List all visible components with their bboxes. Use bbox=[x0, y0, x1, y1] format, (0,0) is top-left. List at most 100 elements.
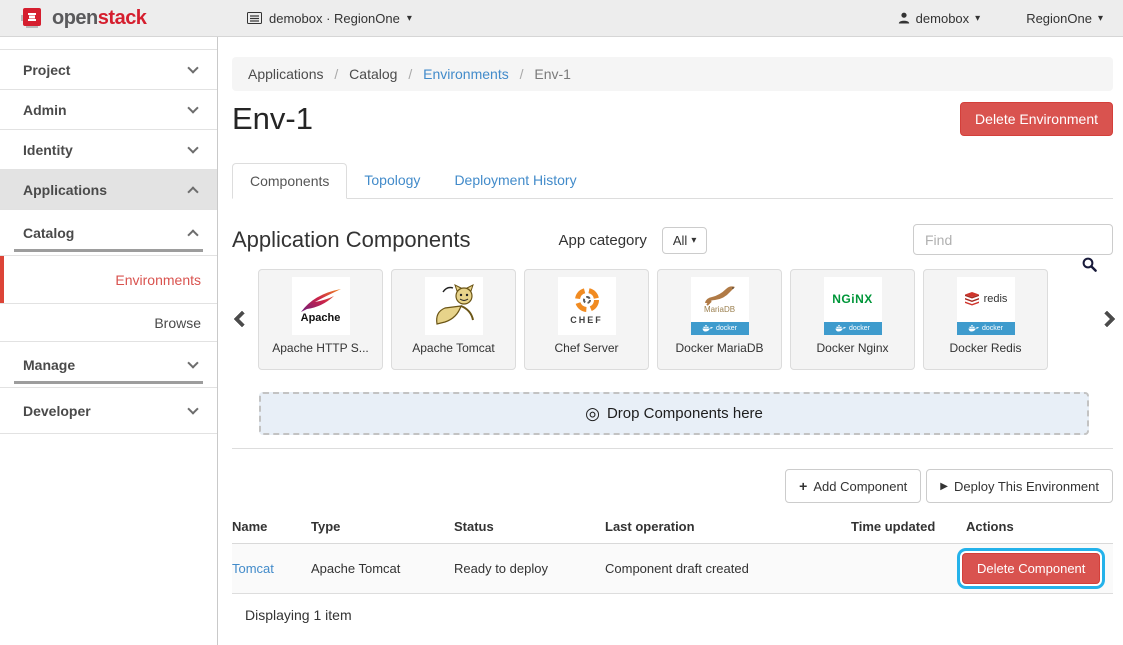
drop-components-zone[interactable]: ◎ Drop Components here bbox=[259, 392, 1089, 435]
section-divider bbox=[232, 448, 1113, 449]
tab-topology[interactable]: Topology bbox=[347, 163, 437, 198]
chevron-up-icon bbox=[187, 186, 198, 197]
breadcrumb-applications[interactable]: Applications bbox=[248, 66, 324, 82]
app-card-label: Docker Nginx bbox=[816, 341, 888, 355]
sidebar-item-environments[interactable]: Environments bbox=[0, 256, 217, 304]
caret-down-icon: ▾ bbox=[691, 235, 696, 246]
app-card-docker-redis[interactable]: redis docker Docker Redis bbox=[923, 269, 1048, 370]
col-actions: Actions bbox=[966, 519, 1113, 534]
play-icon: ▶ bbox=[940, 481, 948, 492]
sidebar-item-label: Browse bbox=[154, 315, 201, 331]
context-switcher-label: demobox · RegionOne bbox=[269, 11, 400, 26]
app-card-apache-tomcat[interactable]: Apache Tomcat bbox=[391, 269, 516, 370]
delete-component-button[interactable]: Delete Component bbox=[962, 553, 1100, 584]
col-status: Status bbox=[454, 519, 605, 534]
tab-components[interactable]: Components bbox=[232, 163, 347, 199]
dropzone-label: Drop Components here bbox=[607, 405, 763, 422]
sidebar-item-identity[interactable]: Identity bbox=[0, 130, 217, 170]
sidebar-item-developer[interactable]: Developer bbox=[0, 388, 217, 434]
chevron-right-icon bbox=[1099, 311, 1116, 328]
breadcrumb-current: Env-1 bbox=[534, 66, 571, 82]
col-name: Name bbox=[232, 519, 311, 534]
highlight-box: Delete Component bbox=[962, 553, 1100, 584]
tab-deployment-history[interactable]: Deployment History bbox=[437, 163, 593, 198]
sidebar-item-catalog[interactable]: Catalog bbox=[0, 210, 217, 256]
deploy-environment-button[interactable]: ▶ Deploy This Environment bbox=[926, 469, 1113, 503]
sidebar-item-label: Admin bbox=[23, 102, 67, 118]
sidebar-item-label: Catalog bbox=[23, 225, 74, 241]
col-time-updated: Time updated bbox=[851, 519, 966, 534]
plus-icon: + bbox=[799, 478, 807, 494]
sidebar-item-label: Applications bbox=[23, 182, 107, 198]
category-filter-dropdown[interactable]: All ▾ bbox=[662, 227, 707, 254]
breadcrumb: Applications / Catalog / Environments / … bbox=[232, 57, 1113, 91]
nginx-logo: NGiNX docker bbox=[824, 277, 882, 335]
app-card-label: Chef Server bbox=[554, 341, 618, 355]
category-filter-value: All bbox=[673, 233, 687, 248]
project-region-switcher[interactable]: demobox · RegionOne ▾ bbox=[247, 11, 412, 26]
app-card-label: Apache HTTP S... bbox=[272, 341, 369, 355]
chevron-down-icon bbox=[187, 62, 198, 73]
col-last-operation: Last operation bbox=[605, 519, 851, 534]
table-footer: Displaying 1 item bbox=[245, 607, 1103, 623]
chevron-down-icon bbox=[187, 142, 198, 153]
sidebar-item-applications[interactable]: Applications bbox=[0, 170, 217, 210]
find-input[interactable] bbox=[913, 224, 1113, 255]
app-card-apache-http[interactable]: Apache Apache HTTP S... bbox=[258, 269, 383, 370]
sidebar-nav: Project Admin Identity Applications Cata… bbox=[0, 37, 218, 645]
app-card-docker-mariadb[interactable]: MariaDB docker Docker MariaDB bbox=[657, 269, 782, 370]
app-category-label: App category bbox=[558, 232, 646, 249]
caret-down-icon: ▾ bbox=[1098, 13, 1103, 24]
sidebar-item-label: Identity bbox=[23, 142, 73, 158]
component-name-link[interactable]: Tomcat bbox=[232, 561, 274, 576]
delete-environment-button[interactable]: Delete Environment bbox=[960, 102, 1113, 136]
list-icon bbox=[247, 12, 262, 24]
sidebar-item-browse[interactable]: Browse bbox=[0, 304, 217, 342]
sidebar-item-label: Project bbox=[23, 62, 70, 78]
docker-badge: docker bbox=[824, 322, 882, 335]
chevron-down-icon bbox=[187, 102, 198, 113]
brand-wordmark: openstack bbox=[52, 7, 146, 30]
docker-badge: docker bbox=[691, 322, 749, 335]
chevron-down-icon bbox=[187, 403, 198, 414]
sidebar-item-label: Environments bbox=[115, 272, 201, 288]
caret-down-icon: ▾ bbox=[407, 13, 412, 24]
sidebar-item-manage[interactable]: Manage bbox=[0, 342, 217, 388]
sidebar-item-label: Manage bbox=[23, 357, 75, 373]
target-icon: ◎ bbox=[585, 404, 600, 424]
panel-title: Application Components bbox=[232, 227, 470, 253]
user-menu[interactable]: demobox ▾ bbox=[898, 11, 981, 26]
docker-whale-icon bbox=[835, 324, 846, 332]
app-card-docker-nginx[interactable]: NGiNX docker Docker Nginx bbox=[790, 269, 915, 370]
breadcrumb-environments-link[interactable]: Environments bbox=[423, 66, 509, 82]
openstack-cube-icon bbox=[20, 7, 44, 29]
chevron-left-icon bbox=[234, 311, 251, 328]
carousel-prev-button[interactable] bbox=[232, 313, 258, 325]
region-menu[interactable]: RegionOne ▾ bbox=[1026, 11, 1103, 26]
docker-whale-icon bbox=[702, 324, 713, 332]
region-menu-label: RegionOne bbox=[1026, 11, 1092, 26]
chef-logo: CHEF bbox=[558, 277, 616, 335]
caret-down-icon: ▾ bbox=[975, 13, 980, 24]
docker-badge: docker bbox=[957, 322, 1015, 335]
sidebar-item-project[interactable]: Project bbox=[0, 50, 217, 90]
breadcrumb-catalog[interactable]: Catalog bbox=[349, 66, 397, 82]
carousel-next-button[interactable] bbox=[1087, 313, 1113, 325]
page-title: Env-1 bbox=[232, 102, 313, 136]
sidebar-item-admin[interactable]: Admin bbox=[0, 90, 217, 130]
table-row: Tomcat Apache Tomcat Ready to deploy Com… bbox=[232, 544, 1113, 594]
active-item-accent-bar bbox=[0, 256, 4, 303]
sidebar-item-label: Developer bbox=[23, 403, 91, 419]
sidebar-stub bbox=[0, 37, 217, 50]
openstack-logo[interactable]: openstack bbox=[20, 7, 225, 30]
chevron-down-icon bbox=[187, 357, 198, 368]
component-last-operation: Component draft created bbox=[605, 561, 851, 576]
component-type: Apache Tomcat bbox=[311, 561, 454, 576]
tab-bar: Components Topology Deployment History bbox=[232, 163, 1113, 199]
redis-logo: redis docker bbox=[957, 277, 1015, 335]
app-card-chef-server[interactable]: CHEF Chef Server bbox=[524, 269, 649, 370]
component-status: Ready to deploy bbox=[454, 561, 605, 576]
add-component-button[interactable]: + Add Component bbox=[785, 469, 921, 503]
mariadb-logo: MariaDB docker bbox=[691, 277, 749, 335]
search-icon[interactable] bbox=[1082, 257, 1097, 272]
